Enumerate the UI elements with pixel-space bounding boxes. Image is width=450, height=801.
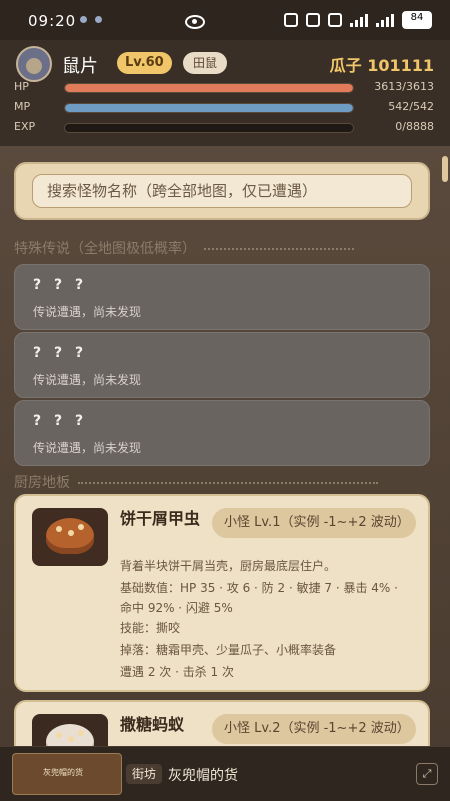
monster-skills: 技能：撕咬 — [120, 621, 181, 635]
location-badge: 街坊 — [126, 764, 163, 784]
scene-thumbnail-text: 灰兜帽的货 — [43, 768, 83, 777]
monster-record: 遭遇 2 次 · 击杀 1 次 — [120, 665, 234, 679]
status-time: 09:20 — [28, 12, 77, 30]
mp-row: MP 542/542 — [14, 100, 434, 116]
unknown-title: ? ? ? — [33, 413, 88, 429]
mp-bar — [64, 103, 354, 113]
hp-row: HP 3613/3613 — [14, 80, 434, 96]
legend-unknown-card[interactable]: ? ? ? 传说遭遇，尚未发现 — [14, 332, 430, 398]
exp-row: EXP 0/8888 — [14, 120, 434, 136]
player-header: 鼠片 Lv.60 田鼠 瓜子 101111 HP 3613/3613 MP 54… — [0, 40, 450, 144]
monster-desc: 背着半块饼干屑当壳，厨房最底层住户。 — [120, 559, 337, 573]
hp-fill — [65, 84, 353, 92]
monster-tag: 小怪 Lv.2（实例 -1~+2 波动） — [212, 714, 416, 744]
notification-dots — [80, 16, 102, 23]
level-badge: Lv.60 — [117, 52, 172, 74]
scene-thumbnail[interactable]: 灰兜帽的货 — [12, 753, 122, 795]
mp-fill — [65, 104, 353, 112]
monster-image — [32, 714, 108, 746]
exp-bar — [64, 123, 354, 133]
mp-value: 542/542 — [388, 100, 434, 113]
monster-card[interactable]: 撒糖蚂蚁 小怪 Lv.2（实例 -1~+2 波动） — [14, 700, 430, 746]
monster-panel[interactable]: 特殊传说（全地图极低概率） ? ? ? 传说遭遇，尚未发现 ? ? ? 传说遭遇… — [0, 146, 450, 746]
section-divider — [78, 482, 378, 484]
alarm-icon — [306, 13, 320, 27]
nfc-icon — [284, 13, 298, 27]
hp-bar — [64, 83, 354, 93]
mp-label: MP — [14, 100, 31, 113]
coins-label: 瓜子 101111 — [329, 56, 434, 75]
unknown-subtitle: 传说遭遇，尚未发现 — [33, 305, 142, 319]
unknown-subtitle: 传说遭遇，尚未发现 — [33, 373, 142, 387]
monster-tag: 小怪 Lv.1（实例 -1~+2 波动） — [212, 508, 416, 538]
exp-label: EXP — [14, 120, 36, 133]
section-divider — [204, 248, 354, 250]
class-badge: 田鼠 — [183, 52, 228, 74]
signal-icon — [350, 13, 368, 27]
monster-stats: 基础数值：HP 35 · 攻 6 · 防 2 · 敏捷 7 · 暴击 4% · … — [120, 581, 398, 615]
vibrate-icon — [328, 13, 342, 27]
bottom-bar: 灰兜帽的货 街坊 灰兜帽的货 ⤢ — [0, 746, 450, 801]
status-bar: 09:20 84 — [0, 0, 450, 40]
monster-card[interactable]: 饼干屑甲虫 小怪 Lv.1（实例 -1~+2 波动） 背着半块饼干屑当壳，厨房最… — [14, 494, 430, 692]
monster-name: 饼干屑甲虫 — [120, 509, 201, 528]
search-input[interactable] — [32, 174, 412, 208]
unknown-title: ? ? ? — [33, 345, 88, 361]
scrollbar-thumb[interactable] — [442, 156, 448, 182]
exp-value: 0/8888 — [395, 120, 434, 133]
battery-indicator: 84 — [402, 11, 432, 29]
eye-icon — [185, 15, 205, 29]
section-legend: 特殊传说（全地图极低概率） — [14, 238, 354, 258]
beetle-icon — [46, 518, 94, 554]
unknown-title: ? ? ? — [33, 277, 88, 293]
hp-value: 3613/3613 — [374, 80, 434, 93]
ant-icon — [46, 724, 94, 746]
player-name: 鼠片 — [62, 56, 98, 77]
unknown-subtitle: 传说遭遇，尚未发现 — [33, 441, 142, 455]
search-box — [14, 162, 430, 220]
section-legend-title: 特殊传说（全地图极低概率） — [14, 241, 196, 257]
signal-icon-2 — [376, 13, 394, 27]
scene-title: 灰兜帽的货 — [168, 768, 238, 784]
avatar[interactable] — [16, 46, 52, 82]
status-icons: 84 — [284, 11, 432, 29]
legend-unknown-card[interactable]: ? ? ? 传说遭遇，尚未发现 — [14, 264, 430, 330]
monster-image — [32, 508, 108, 566]
section-kitchen: 厨房地板 — [14, 472, 378, 492]
hp-label: HP — [14, 80, 29, 93]
legend-unknown-card[interactable]: ? ? ? 传说遭遇，尚未发现 — [14, 400, 430, 466]
section-kitchen-title: 厨房地板 — [14, 475, 70, 491]
monster-name: 撒糖蚂蚁 — [120, 715, 185, 734]
monster-drops: 掉落：糖霜甲壳、少量瓜子、小概率装备 — [120, 643, 337, 657]
expand-icon[interactable]: ⤢ — [416, 763, 438, 785]
